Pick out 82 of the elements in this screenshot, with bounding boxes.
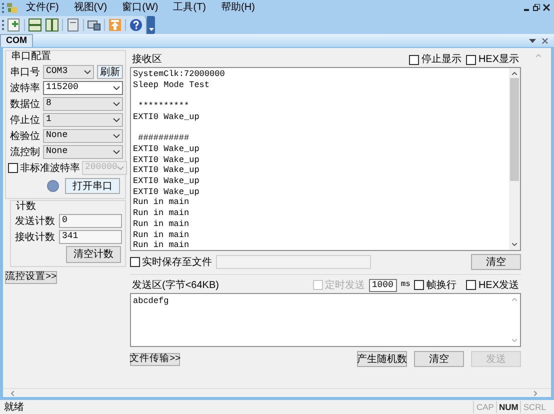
counter-field: 0 xyxy=(59,214,122,228)
button[interactable]: 流控设置>> xyxy=(5,271,57,284)
chevron-icon xyxy=(148,28,154,32)
close-icon[interactable] xyxy=(543,4,550,11)
checkbox-label: 停止显示 xyxy=(421,52,462,67)
status-indicator: NUM xyxy=(496,401,520,413)
caret-icon xyxy=(113,86,120,90)
button[interactable]: 刷新 xyxy=(96,65,123,79)
section-title: 发送区(字节<64KB) xyxy=(132,278,219,292)
dropdown[interactable]: None xyxy=(43,145,123,159)
caret-icon xyxy=(113,134,120,138)
scroll-left-icon xyxy=(11,390,14,396)
dropdown[interactable]: 115200 xyxy=(43,81,123,95)
horizontal-split-icon[interactable] xyxy=(28,18,42,32)
status-indicator: SCRL xyxy=(520,401,548,413)
caret-icon xyxy=(113,118,120,122)
field-label: 停止位 xyxy=(9,114,41,128)
checkbox[interactable] xyxy=(409,54,420,64)
checkbox-label: HEX发送 xyxy=(478,278,519,292)
dropdown-icon[interactable] xyxy=(529,39,536,43)
dropdown[interactable]: 8 xyxy=(43,97,123,111)
unit-label: ms xyxy=(400,279,410,291)
field-label: 流控制 xyxy=(9,146,41,160)
scroll-thumb[interactable] xyxy=(510,78,519,181)
checkbox[interactable] xyxy=(466,54,476,64)
button[interactable]: 打开串口 xyxy=(65,178,120,194)
close-icon[interactable] xyxy=(542,38,548,44)
new-page-icon[interactable] xyxy=(7,18,21,32)
caret-icon xyxy=(113,102,120,106)
scrollbar[interactable] xyxy=(509,68,520,250)
interval-field[interactable]: 1000 xyxy=(368,278,397,292)
screens-icon[interactable] xyxy=(87,18,101,32)
scroll-right-icon xyxy=(534,390,537,396)
window-icon[interactable] xyxy=(66,18,80,32)
scroll-up-icon xyxy=(536,54,540,57)
button[interactable]: 清空 xyxy=(471,254,521,270)
group-title: 计数 xyxy=(15,201,37,212)
checkbox-label: 定时发送 xyxy=(324,278,365,292)
file-path-field[interactable] xyxy=(216,255,371,269)
dropdown[interactable]: COM3 xyxy=(43,65,94,79)
status-text: 就绪 xyxy=(4,400,25,414)
tab[interactable]: COM xyxy=(0,34,33,47)
section-title: 接收区 xyxy=(132,52,162,67)
field-label: 数据位 xyxy=(9,98,41,112)
status-indicator: CAP xyxy=(473,401,496,413)
scroll-down-icon xyxy=(512,243,517,246)
menu-item[interactable]: 窗口(W) xyxy=(116,0,164,15)
button[interactable]: 文件传输>> xyxy=(130,352,180,366)
checkbox-label: 非标准波特率 xyxy=(20,162,80,176)
scroll-up-icon xyxy=(512,72,517,75)
menu-item[interactable]: 工具(T) xyxy=(167,0,212,15)
menu-item[interactable]: 视图(V) xyxy=(68,0,114,15)
field-label: 接收计数 xyxy=(14,230,56,244)
vertical-split-icon[interactable] xyxy=(45,18,59,32)
toolbar-overflow-button[interactable] xyxy=(147,16,155,34)
scrollbar[interactable] xyxy=(3,388,551,397)
caret-icon xyxy=(117,166,124,170)
help-icon[interactable] xyxy=(129,18,143,32)
button[interactable]: 产生随机数 xyxy=(357,351,407,367)
checkbox-label: 帧换行 xyxy=(426,278,456,292)
caret-icon xyxy=(113,150,120,154)
group-title: 串口配置 xyxy=(10,51,52,63)
checkbox[interactable] xyxy=(414,280,424,290)
menu-item[interactable]: 帮助(H) xyxy=(215,0,261,15)
checkbox[interactable] xyxy=(130,257,140,267)
checkbox[interactable] xyxy=(466,280,476,290)
app-icon xyxy=(7,2,17,12)
dropdown[interactable]: None xyxy=(43,129,123,143)
caret-icon xyxy=(84,70,91,74)
field-label: 串口号 xyxy=(9,66,41,80)
checkbox-label: 实时保存至文件 xyxy=(142,256,212,270)
button[interactable]: 清空 xyxy=(414,351,464,367)
field-label: 波特率 xyxy=(9,82,41,96)
button[interactable]: 清空计数 xyxy=(66,246,121,263)
checkbox-label: HEX显示 xyxy=(478,53,519,67)
receive-text: SystemClk:72000000 Sleep Mode Test ********** EXTI0 Wake_up ########## EXTI0 Wake_up EXTI0 Wake_up EXTI0 Wake_up EXTI0 Wake_up EXTI0 Wake_up Run in main Run in main Run in main Run in main Run in main xyxy=(132,68,226,250)
counter-field: 341 xyxy=(59,230,122,244)
dropdown[interactable]: 1 xyxy=(43,113,123,127)
field-label: 发送计数 xyxy=(14,214,56,228)
restore-icon xyxy=(533,4,540,11)
field-label: 检验位 xyxy=(9,130,41,144)
menu-item[interactable]: 文件(F) xyxy=(20,0,65,15)
